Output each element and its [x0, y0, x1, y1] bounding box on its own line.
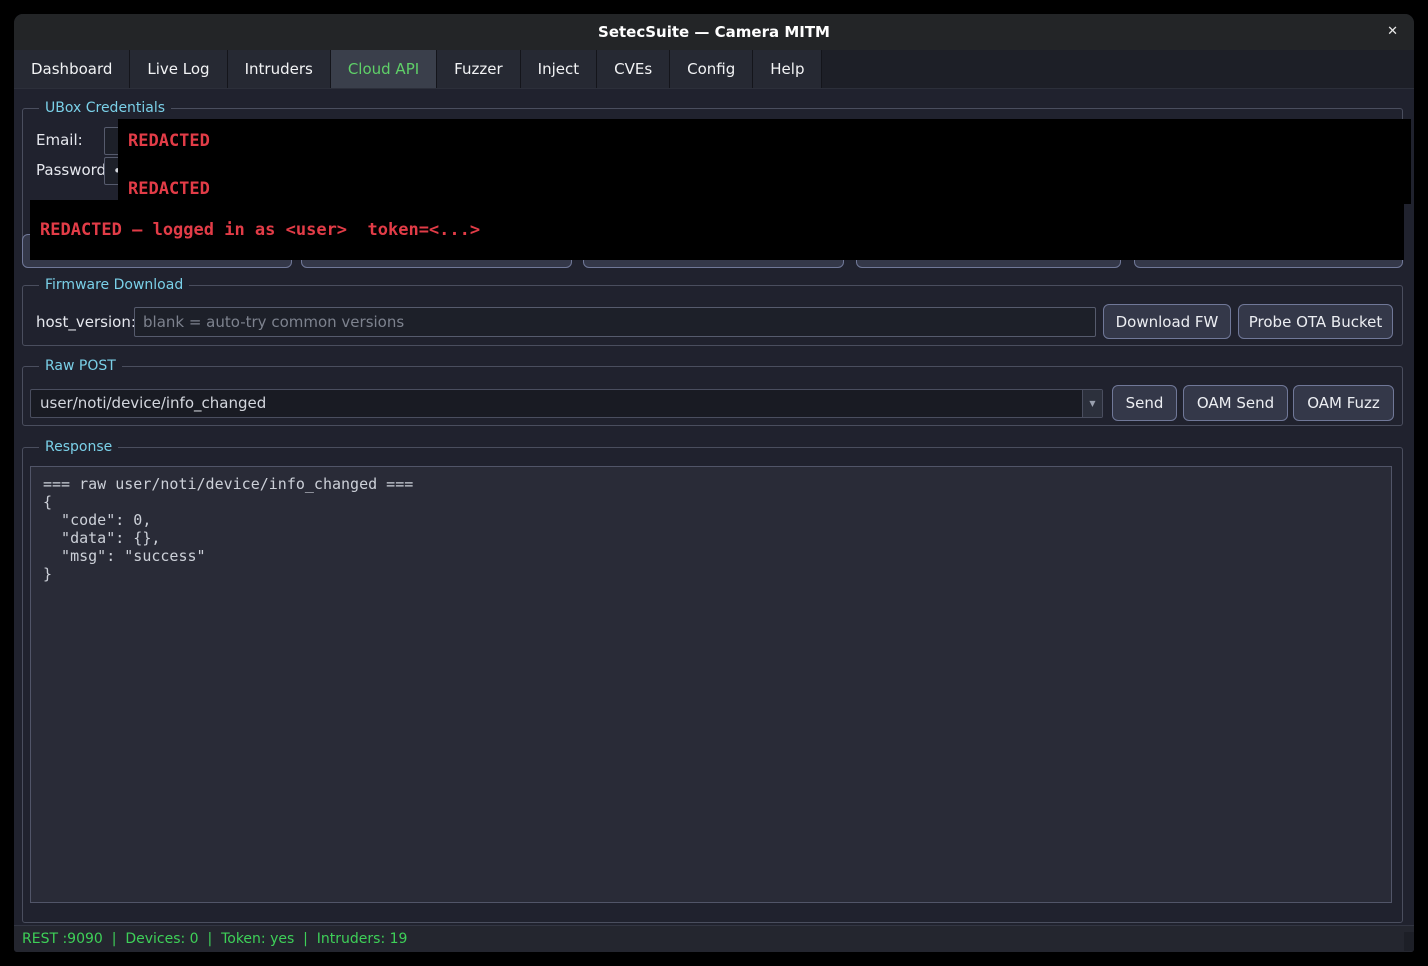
endpoint-value: user/noti/device/info_changed [40, 390, 266, 417]
titlebar: SetecSuite — Camera MITM ✕ [14, 14, 1414, 50]
endpoint-combobox[interactable]: user/noti/device/info_changed ▼ [30, 389, 1103, 418]
tab-dashboard[interactable]: Dashboard [14, 50, 130, 88]
tab-inject[interactable]: Inject [521, 50, 597, 88]
tabbar: Dashboard Live Log Intruders Cloud API F… [14, 50, 1414, 88]
status-text: REST :9090 | Devices: 0 | Token: yes | I… [22, 926, 407, 952]
statusbar: REST :9090 | Devices: 0 | Token: yes | I… [14, 925, 1414, 952]
tab-fuzzer[interactable]: Fuzzer [437, 50, 520, 88]
redaction-text-1: REDACTED [128, 131, 210, 151]
response-title: Response [39, 439, 118, 456]
combobox-dropdown-button[interactable]: ▼ [1082, 390, 1102, 417]
probe-ota-bucket-button[interactable]: Probe OTA Bucket [1238, 304, 1393, 339]
redaction-text-3: REDACTED — logged in as <user> token=<..… [40, 220, 480, 240]
redaction-text-2: REDACTED [128, 179, 210, 199]
email-label: Email: [36, 125, 83, 155]
host-version-label: host_version: [36, 307, 136, 337]
send-button[interactable]: Send [1112, 385, 1177, 421]
cloud-api-panel: UBox Credentials Email: Password: REDACT… [14, 88, 1414, 925]
oam-send-button[interactable]: OAM Send [1183, 385, 1288, 421]
raw-post-title: Raw POST [39, 358, 122, 375]
oam-fuzz-button[interactable]: OAM Fuzz [1293, 385, 1394, 421]
screen: SetecSuite — Camera MITM ✕ Dashboard Liv… [0, 0, 1428, 966]
chevron-down-icon: ▼ [1089, 399, 1095, 408]
tab-config[interactable]: Config [670, 50, 753, 88]
tab-cves[interactable]: CVEs [597, 50, 670, 88]
close-icon[interactable]: ✕ [1387, 14, 1398, 50]
tab-cloud-api[interactable]: Cloud API [331, 50, 437, 88]
response-text: === raw user/noti/device/info_changed ==… [31, 467, 1391, 591]
window-title: SetecSuite — Camera MITM [14, 14, 1414, 50]
resize-grip[interactable] [1404, 932, 1414, 951]
firmware-download-title: Firmware Download [39, 277, 189, 294]
host-version-input[interactable] [134, 307, 1096, 337]
tab-help[interactable]: Help [753, 50, 822, 88]
tab-live-log[interactable]: Live Log [130, 50, 227, 88]
response-output[interactable]: === raw user/noti/device/info_changed ==… [30, 466, 1392, 903]
redaction-overlay-top: REDACTED REDACTED [118, 119, 1411, 204]
app-window: SetecSuite — Camera MITM ✕ Dashboard Liv… [14, 14, 1414, 952]
redaction-overlay-bottom: REDACTED — logged in as <user> token=<..… [30, 200, 1404, 260]
download-fw-button[interactable]: Download FW [1103, 304, 1231, 339]
ubox-credentials-title: UBox Credentials [39, 100, 171, 117]
tab-intruders[interactable]: Intruders [228, 50, 331, 88]
password-label: Password: [36, 155, 111, 185]
